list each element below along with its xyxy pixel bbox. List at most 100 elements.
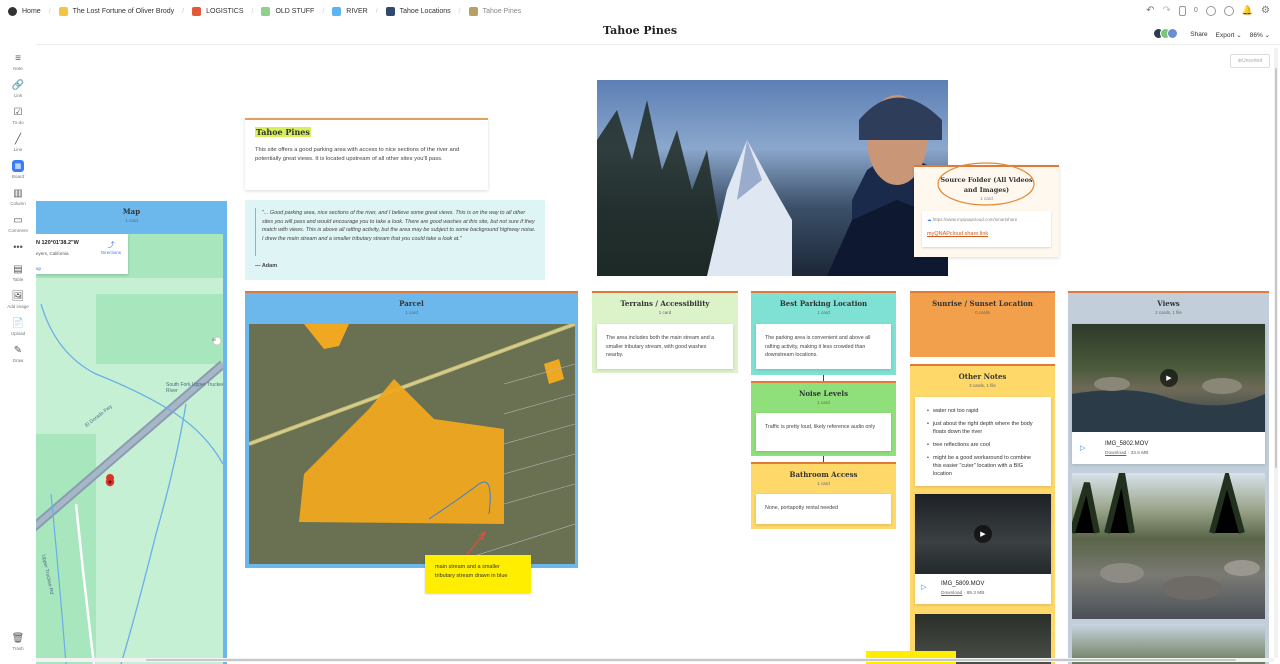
- noise-card[interactable]: Traffic is pretty loud, likely reference…: [756, 413, 891, 451]
- source-folder-card[interactable]: Source Folder (All Videos and Images) 1 …: [914, 162, 1059, 257]
- tool-table[interactable]: ▤ Table: [12, 263, 24, 283]
- to-do-icon: ☑: [13, 106, 23, 118]
- gear-icon[interactable]: ⚙: [1261, 5, 1270, 16]
- breadcrumb-label: The Lost Fortune of Oliver Brody: [72, 7, 175, 15]
- tool-upload[interactable]: 📄 Upload: [11, 317, 25, 337]
- home-icon: [8, 6, 17, 16]
- link-url: ☁ https://www.myqnapcloud.com/smartshare: [927, 217, 1018, 222]
- play-small-icon[interactable]: ▷: [921, 583, 926, 591]
- tool-column[interactable]: ▥ Column: [10, 187, 26, 207]
- breadcrumb-item[interactable]: LOGISTICS /: [192, 6, 253, 16]
- other-notes-column[interactable]: Other Notes 3 cards, 1 file water not to…: [910, 364, 1055, 664]
- download-link[interactable]: Download: [941, 591, 962, 596]
- download-link[interactable]: Download: [1105, 451, 1126, 456]
- noise-column[interactable]: Noise Levels 1 card Traffic is pretty lo…: [751, 381, 896, 456]
- device-icon[interactable]: [1178, 5, 1186, 16]
- export-button[interactable]: Export ⌄: [1216, 31, 1242, 39]
- directions-button[interactable]: ⤴ Directions: [98, 240, 124, 255]
- link-card[interactable]: ☁ https://www.myqnapcloud.com/smartshare…: [922, 211, 1051, 247]
- terrains-column[interactable]: Terrains / Accessibility 1 card The area…: [592, 291, 738, 373]
- breadcrumb-item[interactable]: The Lost Fortune of Oliver Brody /: [58, 6, 184, 16]
- parking-column[interactable]: Best Parking Location 1 card The parking…: [751, 291, 896, 375]
- breadcrumb-item[interactable]: Tahoe Pines: [468, 6, 521, 16]
- play-small-icon[interactable]: ▷: [1080, 444, 1085, 452]
- parking-card[interactable]: The parking area is convenient and above…: [756, 324, 891, 369]
- draw-icon: ✎: [13, 344, 23, 356]
- tool-add-image[interactable]: 🖼 Add image: [7, 290, 29, 310]
- play-icon[interactable]: ▶: [974, 525, 992, 543]
- river-rocks-image[interactable]: [1072, 473, 1265, 619]
- map-view[interactable]: 50 El Dorado Fwy South Fork Upper Trucke…: [36, 234, 223, 664]
- column-count: 1 card: [817, 400, 830, 405]
- redo-icon[interactable]: ↷: [1163, 5, 1171, 16]
- tool-note[interactable]: ≡ Note: [12, 52, 24, 72]
- quote-bar: [255, 208, 256, 256]
- separator: /: [48, 7, 51, 15]
- zoom-select[interactable]: 86% ⌄: [1250, 31, 1270, 39]
- share-button[interactable]: Share: [1190, 31, 1207, 38]
- sunrise-column[interactable]: Sunrise / Sunset Location 0 cards: [910, 291, 1055, 357]
- separator: /: [322, 7, 325, 15]
- tool-draw[interactable]: ✎ Draw: [12, 344, 24, 364]
- breadcrumb-item[interactable]: RIVER /: [332, 6, 378, 16]
- column-count: 2 cards, 1 file: [1155, 310, 1182, 315]
- tool-trash[interactable]: 🗑 Trash: [12, 632, 25, 652]
- tool-label: Board: [11, 174, 24, 179]
- video-thumbnail[interactable]: ▶: [1072, 324, 1265, 432]
- tool-line[interactable]: ╱ Line: [12, 133, 24, 153]
- play-icon[interactable]: ▶: [1160, 369, 1178, 387]
- coordinates: N 120°01'38.2"W: [36, 240, 79, 246]
- file-name: IMG_5802.MOV: [1105, 441, 1149, 447]
- breadcrumb-label: Tahoe Locations: [399, 7, 451, 15]
- video-thumbnail[interactable]: ▶: [915, 494, 1051, 574]
- bathroom-column[interactable]: Bathroom Access 1 card None, portapotty …: [751, 462, 896, 529]
- quote-author: — Adam: [255, 263, 278, 269]
- sticky-note[interactable]: main stream and a smaller tributary stre…: [425, 555, 531, 593]
- views-column[interactable]: Views 2 cards, 1 file ▶ ▷ IMG_5802.MOV D…: [1068, 291, 1269, 664]
- help-icon[interactable]: [1205, 5, 1216, 16]
- map-column[interactable]: Map 1 card 50 El Dorado Fwy South Fork U…: [36, 201, 227, 664]
- breadcrumb-item[interactable]: Tahoe Locations /: [385, 6, 461, 16]
- portrait-image[interactable]: [597, 80, 948, 276]
- notes-list-card[interactable]: water not too rapid just about the right …: [915, 397, 1051, 486]
- share-link[interactable]: myQNAPcloud share link: [927, 231, 988, 237]
- parcel-image[interactable]: [249, 324, 575, 564]
- column-title: Terrains / Accessibility: [620, 299, 710, 308]
- column-count: 1 card: [405, 310, 418, 315]
- bell-icon[interactable]: 🔔: [1242, 5, 1253, 16]
- column-title: Views: [1157, 299, 1180, 308]
- tool-label: Column: [10, 201, 26, 206]
- tool-label: Table: [12, 277, 24, 282]
- tool-to-do[interactable]: ☑ To-do: [12, 106, 24, 126]
- tool-board[interactable]: ▦ Board: [11, 160, 24, 179]
- more-icon[interactable]: •••: [12, 241, 24, 255]
- tool-link[interactable]: 🔗 Link: [12, 79, 24, 99]
- column-title: Noise Levels: [798, 389, 849, 398]
- scroll-thumb[interactable]: [1275, 68, 1277, 468]
- tool-label: Trash: [12, 646, 24, 651]
- bathroom-card[interactable]: None, portapotty rental needed: [756, 494, 891, 524]
- breadcrumb: Home / The Lost Fortune of Oliver Brody / LO…: [0, 6, 529, 16]
- breadcrumb-item[interactable]: OLD STUFF /: [261, 6, 325, 16]
- parcel-column[interactable]: Parcel 1 card: [245, 291, 578, 568]
- search-icon[interactable]: [1223, 5, 1234, 16]
- vertical-scrollbar[interactable]: [1274, 48, 1278, 658]
- views-video-card[interactable]: ▶ ▷ IMG_5802.MOV Download · 33.5 MB: [1072, 324, 1265, 464]
- horizontal-scrollbar[interactable]: [36, 658, 1274, 662]
- video-card[interactable]: ▶ ▷ IMG_5809.MOV Download · 89.3 MB: [915, 494, 1051, 604]
- terrains-card[interactable]: The area includes both the main stream a…: [597, 324, 733, 369]
- tool-label: To-do: [12, 120, 24, 125]
- undo-icon[interactable]: ↶: [1146, 5, 1154, 16]
- avatar[interactable]: [1167, 28, 1179, 39]
- top-tools: ↶ ↷ 0 🔔 ⚙: [1146, 5, 1270, 16]
- list-item: tree reflections are cool: [927, 441, 1041, 449]
- map-link[interactable]: ap: [36, 266, 41, 271]
- breadcrumb-item[interactable]: Home /: [8, 6, 51, 16]
- tool-comment[interactable]: ▭ Comment: [8, 214, 28, 234]
- quote-note[interactable]: "... Good parking area, nice sections of…: [245, 200, 545, 280]
- tahoe-pines-note[interactable]: Tahoe Pines This site offers a good park…: [245, 118, 488, 190]
- scroll-thumb[interactable]: [146, 659, 1236, 661]
- board-color-icon: [385, 6, 395, 16]
- board-color-icon: [58, 6, 68, 16]
- unsorted-button[interactable]: ⊕ Unsorted: [1230, 54, 1270, 68]
